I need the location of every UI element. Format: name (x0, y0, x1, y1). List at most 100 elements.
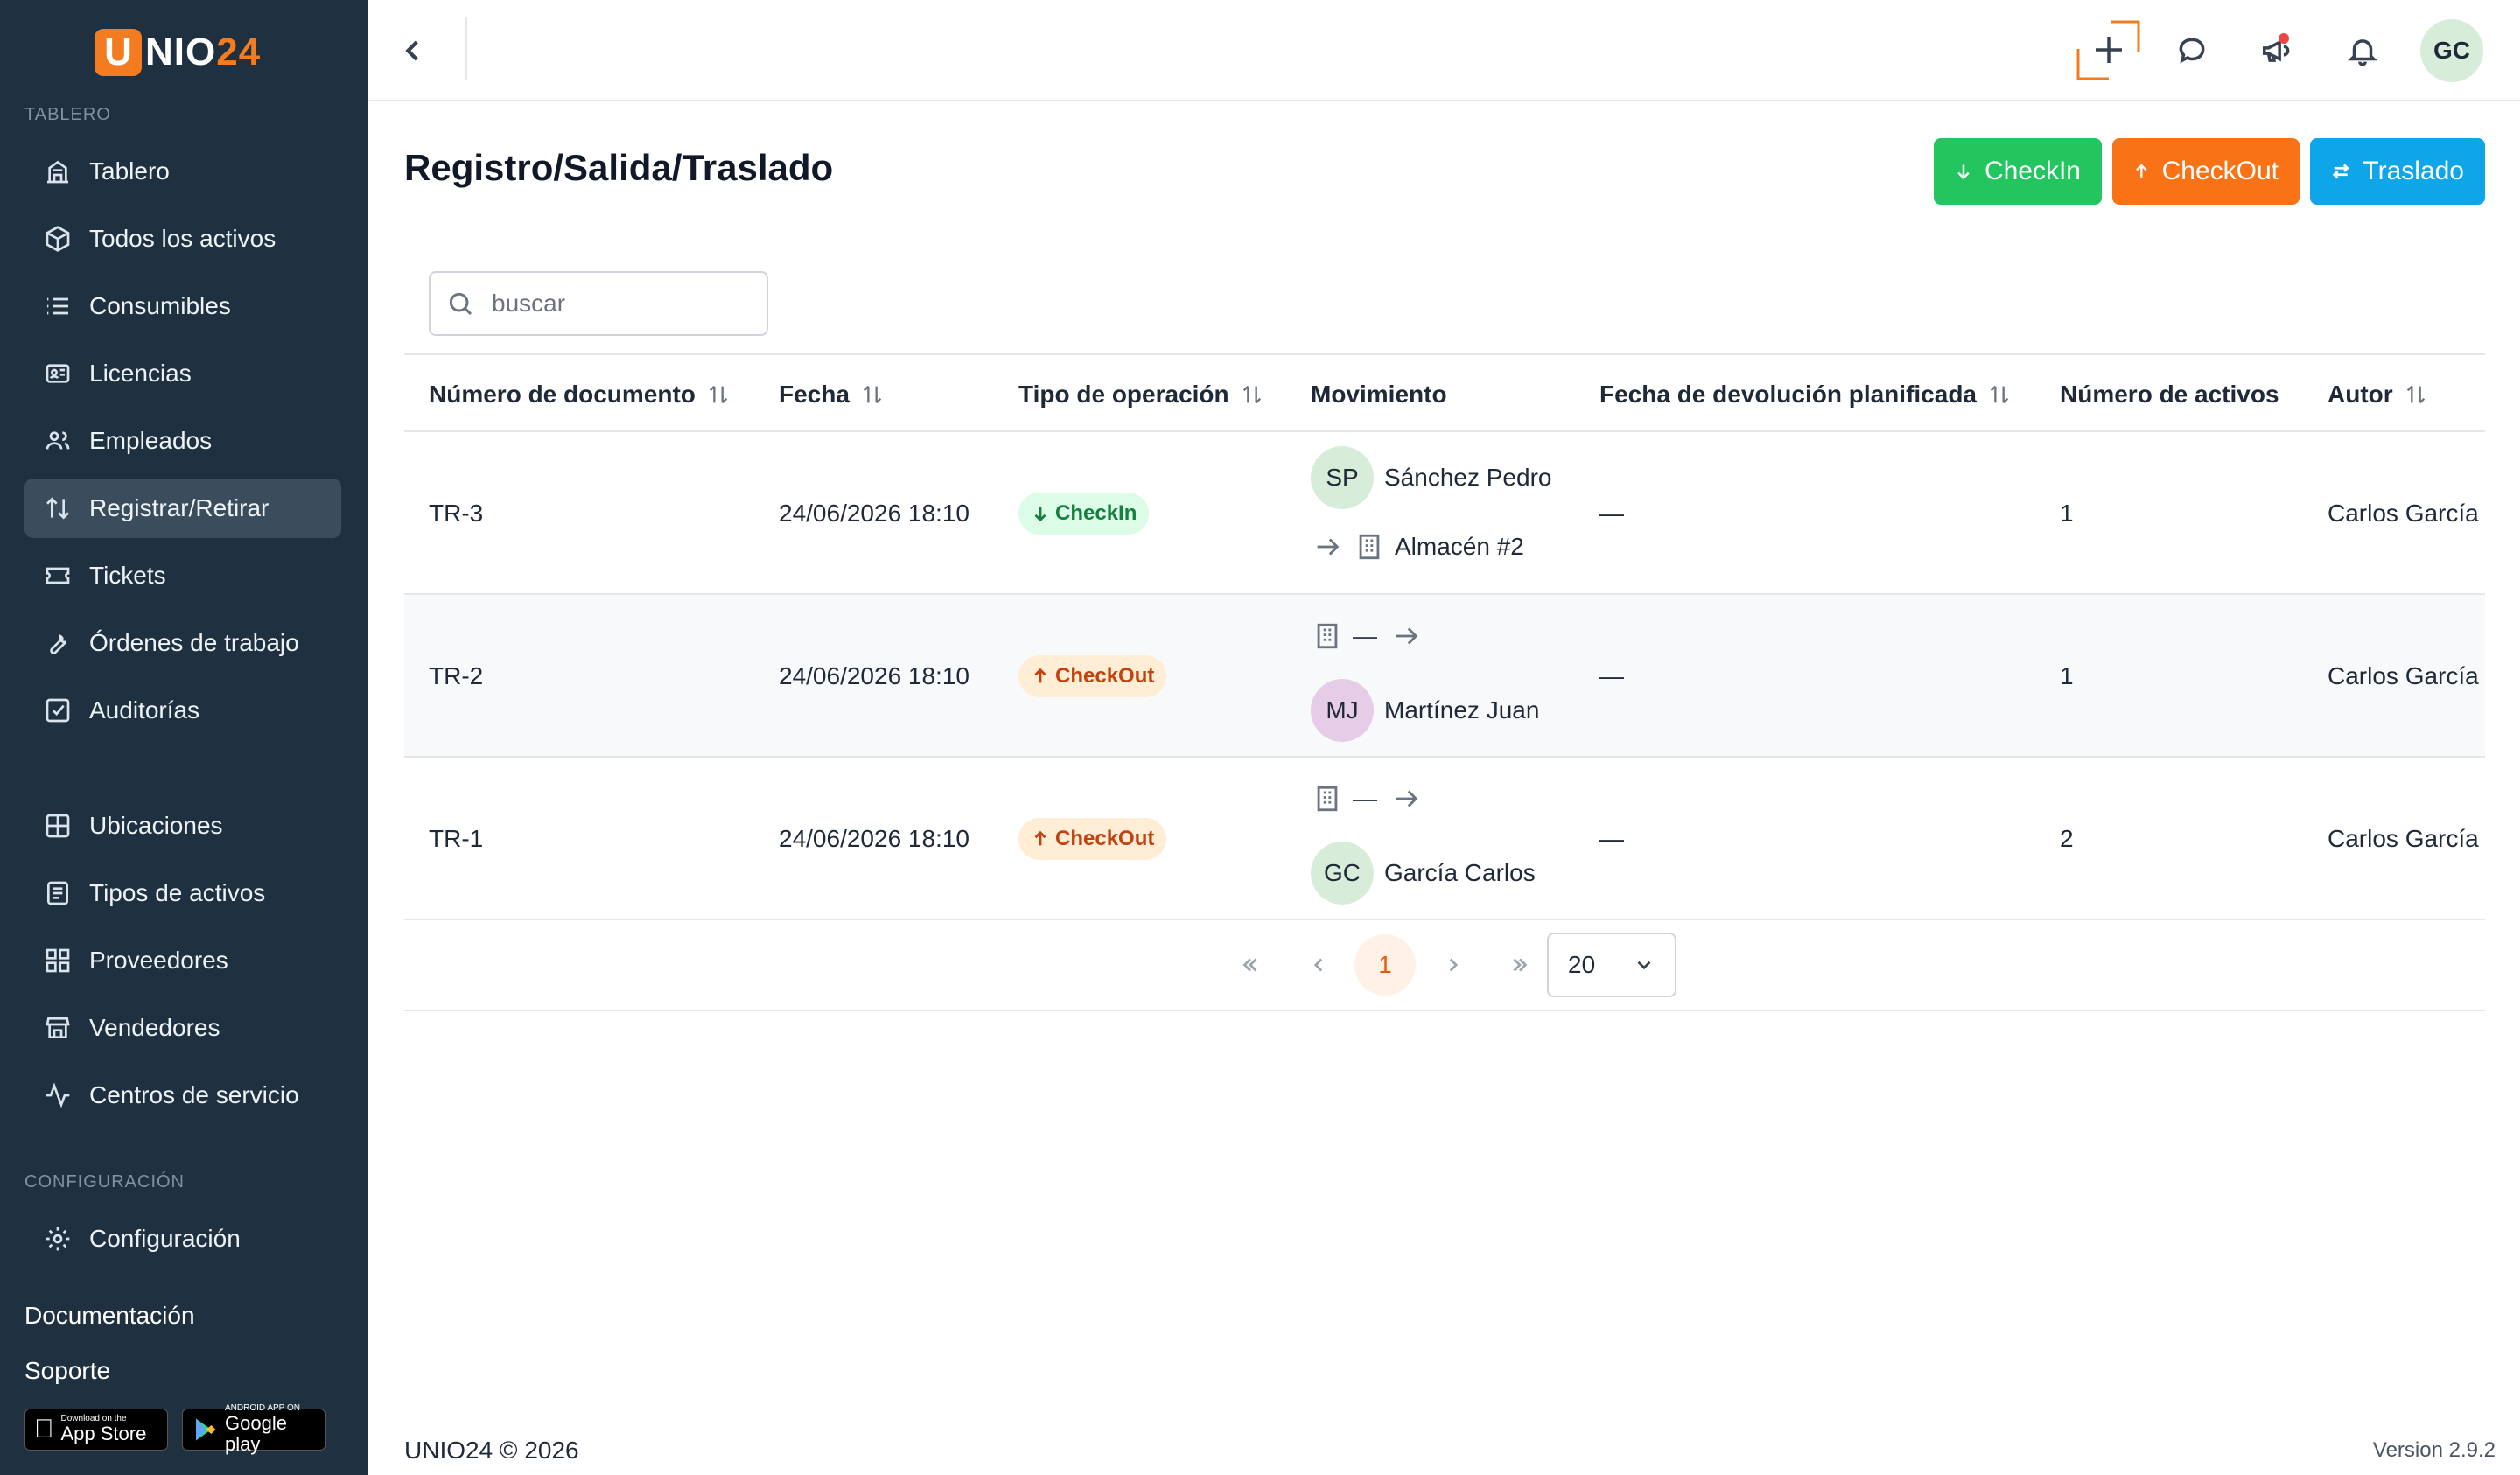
sidebar-item-label: Registrar/Retirar (89, 494, 270, 521)
first-page-button[interactable] (1220, 934, 1281, 996)
building-icon (1311, 782, 1344, 815)
traslado-button-label: Traslado (2362, 157, 2464, 185)
quick-add-button[interactable] (2076, 19, 2140, 82)
activity-icon (42, 1080, 74, 1111)
license-icon (42, 358, 74, 389)
cell-fecha: 24/06/2026 18:10 (779, 662, 970, 689)
traslado-button[interactable]: Traslado (2310, 138, 2485, 205)
cell-autor: Carlos García (2328, 662, 2479, 689)
dashboard-icon (42, 156, 74, 187)
sidebar-item-label: Consumibles (89, 292, 231, 319)
sidebar-item-tipos-de-activos[interactable]: Tipos de activos (24, 863, 341, 923)
plus-icon (2076, 20, 2140, 80)
col-header-fecha[interactable]: Fecha (779, 355, 885, 434)
sidebar: U NIO 24 TABLERO Tablero Todos los activ… (0, 0, 368, 1475)
sidebar-item-label: Auditorías (89, 696, 200, 724)
sidebar-item-empleados[interactable]: Empleados (24, 411, 341, 471)
table-row[interactable]: TR-2 24/06/2026 18:10 CheckOut — MJ Mart… (404, 595, 2485, 758)
movement-from[interactable]: SP Sánchez Pedro (1311, 446, 1551, 509)
sort-icon[interactable] (860, 381, 885, 408)
movement-to[interactable]: GC García Carlos (1311, 842, 1536, 905)
chat-button[interactable] (2167, 26, 2216, 75)
logo-text: NIO (145, 31, 217, 73)
col-header-num: Número de activos (2060, 355, 2279, 434)
sidebar-item-tickets[interactable]: Tickets (24, 546, 341, 605)
pagination: 1 20 (404, 920, 2485, 1011)
movement-to[interactable]: Almacén #2 (1311, 530, 1524, 563)
sidebar-item-label: Órdenes de trabajo (89, 629, 299, 656)
building-icon (1311, 619, 1344, 653)
page-title: Registro/Salida/Traslado (404, 147, 834, 188)
checkout-button[interactable]: CheckOut (2112, 138, 2300, 205)
sort-icon[interactable] (706, 381, 731, 408)
chevron-down-icon (1637, 961, 1651, 970)
cell-fecha: 24/06/2026 18:10 (779, 825, 970, 852)
chat-icon (2179, 38, 2205, 64)
sidebar-item-tablero[interactable]: Tablero (24, 142, 341, 201)
cell-movimiento: — MJ Martínez Juan (1311, 595, 1591, 758)
documentation-link[interactable]: Documentación (24, 1302, 195, 1330)
checkin-button[interactable]: CheckIn (1934, 138, 2102, 205)
sidebar-item-auditorias[interactable]: Auditorías (24, 681, 341, 740)
employee-name: García Carlos (1384, 859, 1536, 886)
table-row[interactable]: TR-3 24/06/2026 18:10 CheckIn SP Sánchez… (404, 432, 2485, 595)
cube-icon (42, 223, 74, 255)
arrow-right-icon (1311, 530, 1344, 563)
col-header-doc[interactable]: Número de documento (429, 355, 731, 434)
cell-tipo: CheckOut (1018, 758, 1167, 920)
search-input[interactable] (492, 290, 746, 318)
col-header-tipo[interactable]: Tipo de operación (1018, 355, 1264, 434)
announcements-button[interactable] (2252, 26, 2301, 75)
table-row[interactable]: TR-1 24/06/2026 18:10 CheckOut — GC Garc… (404, 758, 2485, 920)
col-header-autor[interactable]: Autor (2328, 355, 2428, 434)
back-button[interactable] (394, 31, 432, 70)
play-icon (192, 1416, 218, 1443)
page-size-value: 20 (1568, 951, 1596, 978)
logo-mark: U (94, 29, 142, 76)
avatar: GC (1311, 842, 1374, 905)
sidebar-item-centros-de-servicio[interactable]: Centros de servicio (24, 1066, 341, 1125)
page-size-select[interactable]: 20 (1547, 933, 1676, 997)
status-badge: CheckOut (1018, 655, 1167, 697)
movement-to[interactable]: MJ Martínez Juan (1311, 679, 1539, 742)
sort-icon[interactable] (2404, 381, 2428, 408)
avatar: MJ (1311, 679, 1374, 742)
cell-devolucion: — (1600, 662, 1624, 689)
notifications-button[interactable] (2338, 26, 2387, 75)
support-link[interactable]: Soporte (24, 1357, 110, 1385)
chevron-left-icon (1313, 958, 1323, 972)
sidebar-item-ubicaciones[interactable]: Ubicaciones (24, 796, 341, 856)
page-button-current[interactable]: 1 (1354, 934, 1416, 996)
sidebar-item-vendedores[interactable]: Vendedores (24, 998, 341, 1058)
cell-fecha: 24/06/2026 18:10 (779, 500, 970, 527)
cell-devolucion: — (1600, 500, 1624, 527)
sort-icon[interactable] (1240, 381, 1264, 408)
app-logo[interactable]: U NIO 24 (94, 28, 261, 77)
prev-page-button[interactable] (1288, 934, 1349, 996)
search-box[interactable] (429, 271, 768, 336)
sidebar-item-configuracion[interactable]: Configuración (24, 1209, 341, 1269)
google-play-big-text: Google play (225, 1412, 287, 1455)
sidebar-item-licencias[interactable]: Licencias (24, 344, 341, 403)
app-store-badge[interactable]:  Download on the App Store (24, 1409, 168, 1451)
sidebar-item-label: Ubicaciones (89, 812, 223, 839)
cell-doc[interactable]: TR-3 (429, 432, 483, 595)
sidebar-item-registrar-retirar[interactable]: Registrar/Retirar (24, 479, 341, 538)
cell-doc[interactable]: TR-2 (429, 595, 483, 758)
sidebar-item-ordenes-de-trabajo[interactable]: Órdenes de trabajo (24, 613, 341, 673)
sidebar-item-todos-los-activos[interactable]: Todos los activos (24, 209, 341, 269)
user-avatar[interactable]: GC (2420, 19, 2483, 82)
sidebar-item-proveedores[interactable]: Proveedores (24, 931, 341, 990)
next-page-button[interactable] (1423, 934, 1484, 996)
col-header-devol[interactable]: Fecha de devolución planificada (1600, 355, 2012, 434)
google-play-badge[interactable]: ANDROID APP ON Google play (182, 1404, 326, 1455)
sort-icon[interactable] (1987, 381, 2012, 408)
sidebar-item-label: Proveedores (89, 947, 228, 974)
col-header-label: Tipo de operación (1018, 381, 1229, 408)
last-page-button[interactable] (1489, 934, 1550, 996)
sidebar-item-consumibles[interactable]: Consumibles (24, 276, 341, 336)
checkout-button-label: CheckOut (2161, 157, 2278, 185)
search-icon (449, 292, 472, 316)
apps-icon (42, 945, 74, 976)
cell-doc[interactable]: TR-1 (429, 758, 483, 920)
